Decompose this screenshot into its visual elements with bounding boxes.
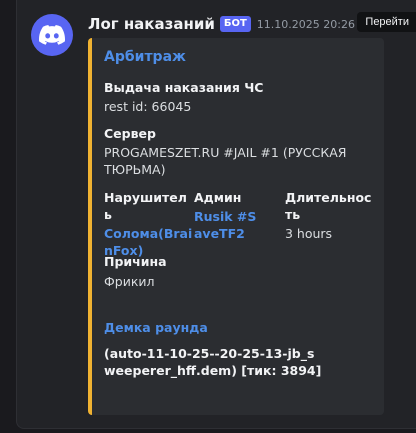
embed: Арбитраж Выдача наказания ЧС rest id: 66… — [88, 38, 384, 415]
duration-field-name: Длительность — [285, 190, 372, 222]
timestamp: 11.10.2025 20:26 — [256, 17, 355, 31]
reason-field-value: Фрикил — [104, 274, 155, 289]
username[interactable]: Лог наказаний — [88, 15, 215, 33]
reason-field-name: Причина — [104, 254, 167, 269]
duration-field: Длительность 3 hours — [285, 189, 375, 242]
demo-value: (auto-11-10-25--20-25-13-jb_sweeperer_hf… — [104, 346, 322, 378]
discord-icon — [39, 25, 65, 45]
violator-field: Нарушитель Солома(BrainFox) — [104, 189, 194, 259]
bot-avatar[interactable] — [31, 14, 73, 56]
admin-field-name: Админ — [194, 190, 242, 205]
server-field-name: Сервер — [104, 126, 156, 141]
punishment-field-name: Выдача наказания ЧС — [104, 80, 264, 95]
message-header: Лог наказаний БОТ 11.10.2025 20:26 — [88, 13, 416, 35]
embed-title[interactable]: Арбитраж — [104, 49, 186, 65]
demo-link[interactable]: Демка раунда — [104, 319, 208, 336]
violator-field-name: Нарушитель — [104, 190, 187, 222]
punishment-field-value: rest id: 66045 — [104, 99, 192, 114]
admin-link[interactable]: Rusik #SaveTF2 — [194, 208, 264, 242]
duration-field-value: 3 hours — [285, 226, 333, 241]
bot-tag: БОТ — [219, 16, 251, 32]
admin-field: Админ Rusik #SaveTF2 — [194, 189, 284, 242]
server-field-value: PROGAMESZET.RU #JAIL #1 (РУССКАЯ ТЮРЬМА) — [104, 145, 347, 177]
